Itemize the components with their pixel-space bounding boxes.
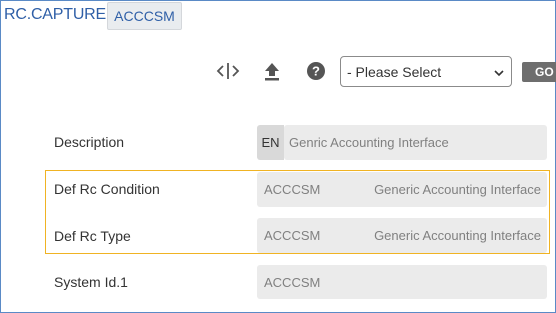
system-id1-field[interactable]: ACCCSM	[257, 265, 547, 299]
def-rc-type-label: Def Rc Type	[54, 228, 131, 244]
chevron-down-icon	[493, 66, 505, 78]
upload-icon[interactable]	[262, 60, 282, 82]
system-id1-code: ACCCSM	[264, 274, 321, 290]
def-rc-type-field[interactable]: ACCCSM Generic Accounting Interface	[257, 218, 547, 253]
tab-acccsm[interactable]: ACCCSM	[107, 2, 182, 30]
description-value: Genric Accounting Interface	[289, 135, 449, 150]
def-rc-condition-desc: Generic Accounting Interface	[374, 182, 541, 197]
app-title: RC.CAPTURE	[4, 6, 107, 23]
description-label: Description	[54, 134, 125, 150]
def-rc-type-desc: Generic Accounting Interface	[374, 228, 541, 243]
def-rc-type-code: ACCCSM	[264, 228, 321, 243]
select-value: - Please Select	[347, 63, 442, 80]
description-field[interactable]: Genric Accounting Interface	[284, 125, 547, 160]
def-rc-condition-label: Def Rc Condition	[54, 181, 160, 197]
svg-text:?: ?	[312, 64, 320, 79]
help-icon[interactable]: ?	[306, 61, 326, 81]
code-icon[interactable]	[216, 60, 240, 82]
please-select-dropdown[interactable]: - Please Select	[340, 56, 512, 87]
def-rc-condition-field[interactable]: ACCCSM Generic Accounting Interface	[257, 172, 547, 207]
go-button[interactable]: GO	[522, 62, 556, 82]
system-id1-label: System Id.1	[54, 274, 128, 290]
language-badge[interactable]: EN	[257, 125, 284, 160]
def-rc-condition-code: ACCCSM	[264, 182, 321, 197]
